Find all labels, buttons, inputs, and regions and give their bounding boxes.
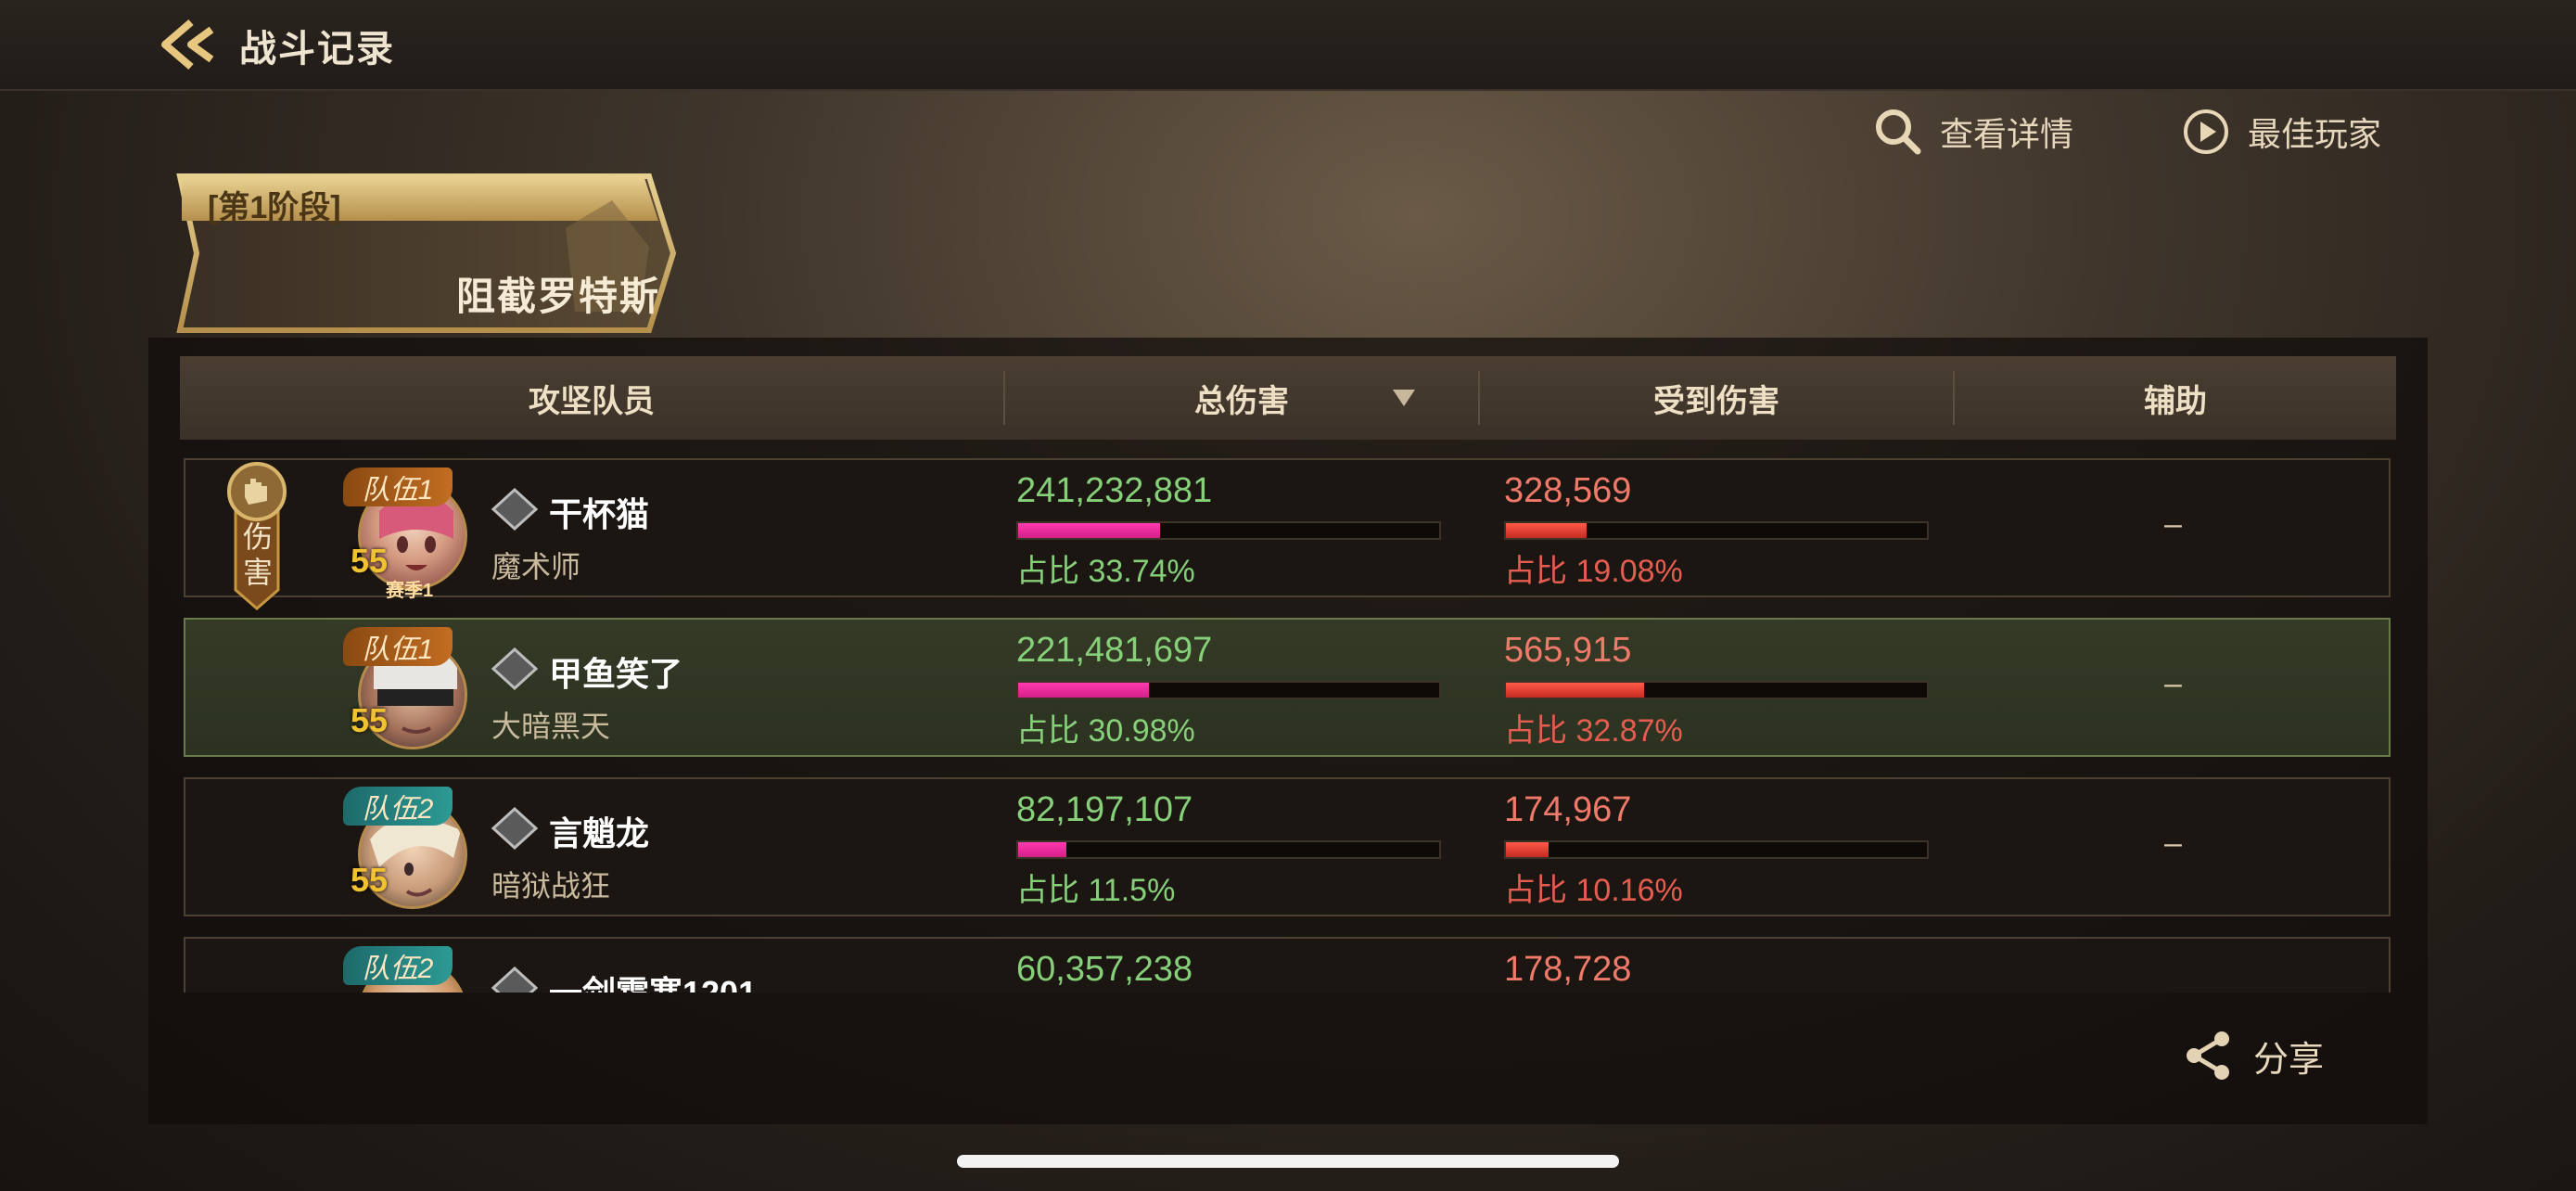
player-class: 大暗黑天 — [491, 710, 611, 743]
stage-tag: [第1阶段] — [208, 190, 341, 225]
page-title: 战斗记录 — [239, 29, 395, 70]
best-player-button[interactable]: 最佳玩家 — [2181, 104, 2381, 160]
player-name: 干杯猫 — [549, 495, 650, 533]
damage-taken-value: 174,967 — [1504, 790, 1632, 829]
taken-share-bar — [1504, 681, 1929, 699]
taken-share-fill — [1506, 683, 1645, 698]
support-value: – — [2164, 826, 2182, 861]
rank-emblem-icon — [491, 488, 538, 531]
column-total-damage-label: 总伤害 — [1194, 383, 1289, 419]
rank-emblem-icon — [491, 807, 538, 850]
player-class: 魔术师 — [491, 550, 581, 583]
support-value: – — [2164, 666, 2182, 701]
damage-share-bar — [1016, 521, 1441, 540]
total-damage-value: 241,232,881 — [1016, 471, 1213, 510]
medal-label: 伤害 — [242, 520, 273, 589]
play-circle-icon — [2184, 109, 2228, 154]
damage-taken-value: 565,915 — [1504, 631, 1632, 670]
player-name: 一剑霜寒1201 — [549, 967, 757, 992]
team-badge: 队伍1 — [343, 627, 453, 666]
player-name: 言魈龙 — [549, 814, 650, 852]
damage-share-bar — [1016, 681, 1441, 699]
damage-taken-value: 178,728 — [1504, 950, 1632, 989]
team-badge: 队伍2 — [343, 946, 453, 985]
taken-share-label: 占比 10.16% — [1504, 873, 1683, 908]
share-button[interactable]: 分享 — [2185, 1030, 2324, 1082]
taken-share-bar — [1504, 840, 1929, 859]
column-total-damage[interactable]: 总伤害 — [1005, 356, 1478, 440]
taken-share-fill — [1506, 842, 1549, 857]
support-value: – — [2164, 506, 2182, 542]
rank-emblem-icon — [491, 967, 538, 992]
damage-share-label: 占比 11.5% — [1016, 873, 1176, 908]
column-member: 攻坚队员 — [529, 383, 655, 419]
column-damage-taken: 受到伤害 — [1653, 383, 1779, 419]
total-damage-value: 82,197,107 — [1016, 790, 1193, 829]
damage-share-fill — [1018, 683, 1149, 698]
taken-share-label: 占比 32.87% — [1504, 713, 1683, 749]
player-row[interactable]: 队伍2 一剑霜寒1201 60,357,238 178,728 — [184, 937, 2391, 992]
player-row-selected[interactable]: 队伍1 55 甲鱼笑了 大暗黑天 221,481,697 占比 30.98% 5… — [184, 618, 2391, 757]
player-row[interactable]: 伤害 队伍1 55 赛季1 干杯猫 魔术师 241,232,881 占比 33.… — [184, 458, 2391, 610]
level-label: 55 — [351, 861, 389, 899]
damage-share-fill — [1018, 523, 1161, 538]
damage-share-fill — [1018, 842, 1067, 857]
share-icon — [2187, 1031, 2229, 1080]
season-badge: 赛季1 — [386, 581, 434, 601]
player-class: 暗狱战狂 — [491, 869, 611, 903]
view-details-label: 查看详情 — [1940, 115, 2074, 153]
home-indicator[interactable] — [957, 1155, 1619, 1168]
player-list[interactable]: 伤害 队伍1 55 赛季1 干杯猫 魔术师 241,232,881 占比 33.… — [180, 453, 2396, 992]
taken-share-label: 占比 19.08% — [1504, 554, 1683, 589]
magnifier-icon — [1876, 109, 1921, 155]
team-badge: 队伍2 — [343, 787, 453, 826]
damage-taken-value: 328,569 — [1504, 471, 1632, 510]
sort-down-icon — [1393, 390, 1415, 406]
team-badge: 队伍1 — [343, 467, 453, 506]
stage-name: 阻截罗特斯 — [456, 275, 661, 318]
table-header: 攻坚队员 总伤害 受到伤害 辅助 — [180, 356, 2396, 440]
total-damage-value: 60,357,238 — [1016, 950, 1193, 989]
taken-share-fill — [1506, 523, 1587, 538]
column-support: 辅助 — [2144, 383, 2207, 419]
level-label: 55 — [351, 701, 389, 739]
view-details-button[interactable]: 查看详情 — [1873, 104, 2073, 160]
total-damage-value: 221,481,697 — [1016, 631, 1213, 670]
share-label: 分享 — [2253, 1040, 2325, 1080]
player-name: 甲鱼笑了 — [549, 655, 683, 693]
damage-share-label: 占比 33.74% — [1016, 554, 1195, 589]
player-row[interactable]: 队伍2 55 言魈龙 暗狱战狂 82,197,107 占比 11.5% 174,… — [184, 777, 2391, 916]
rank-emblem-icon — [491, 647, 538, 690]
damage-share-label: 占比 30.98% — [1016, 713, 1195, 749]
best-player-label: 最佳玩家 — [2248, 115, 2382, 153]
back-arrow-icon[interactable] — [159, 17, 219, 72]
taken-share-bar — [1504, 521, 1929, 540]
level-label: 55 — [351, 542, 389, 580]
damage-share-bar — [1016, 840, 1441, 859]
